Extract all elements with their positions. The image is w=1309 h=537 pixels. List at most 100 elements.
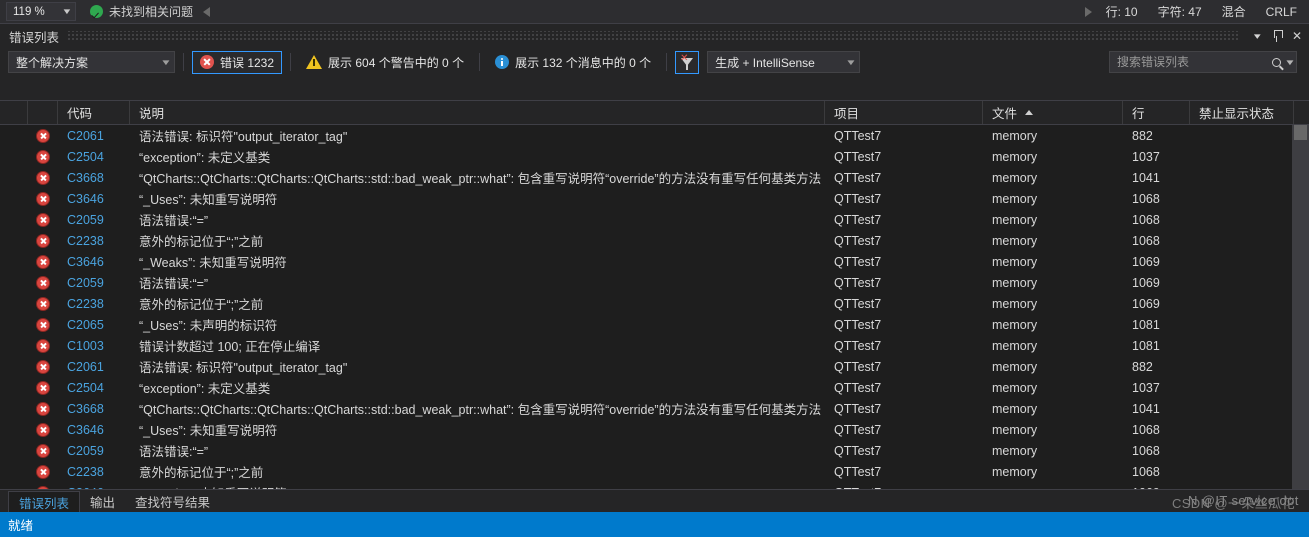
row-code-cell[interactable]: C2238	[58, 465, 130, 479]
error-code-link[interactable]: C2059	[67, 213, 104, 227]
build-source-combo[interactable]: 生成 + IntelliSense ▼	[707, 51, 861, 73]
row-code-cell[interactable]: C3668	[58, 171, 130, 185]
table-row[interactable]: C2238 意外的标记位于“;”之前 QTTest7 memory 1069	[0, 293, 1292, 314]
column-header-file[interactable]: 文件	[983, 101, 1123, 124]
scope-filter-combo[interactable]: 整个解决方案 ▼	[8, 51, 175, 73]
error-code-link[interactable]: C3646	[67, 192, 104, 206]
search-icon[interactable]	[1272, 57, 1281, 67]
row-file-cell: memory	[992, 128, 1038, 143]
row-severity-cell	[28, 401, 58, 416]
error-icon	[36, 212, 50, 227]
eol-indicator[interactable]: CRLF	[1266, 5, 1297, 19]
column-header-code[interactable]: 代码	[58, 101, 130, 124]
tab-1[interactable]: 输出	[80, 491, 125, 512]
row-line-cell: 1068	[1132, 233, 1160, 248]
row-description-cell: “_Uses”: 未知重写说明符	[139, 193, 278, 207]
row-file-cell: memory	[992, 422, 1038, 437]
column-header-project[interactable]: 项目	[825, 101, 983, 124]
error-code-link[interactable]: C2065	[67, 318, 104, 332]
error-code-link[interactable]: C2238	[67, 234, 104, 248]
search-box[interactable]: ▼	[1109, 51, 1297, 73]
row-project-cell: QTTest7	[834, 275, 882, 290]
search-input[interactable]	[1117, 55, 1272, 69]
tool-window-menu-button[interactable]: ▾	[1247, 26, 1267, 46]
row-code-cell[interactable]: C2061	[58, 129, 130, 143]
issue-status-indicator[interactable]: 未找到相关问题	[90, 3, 193, 20]
error-code-link[interactable]: C2504	[67, 150, 104, 164]
clear-filters-button[interactable]: ✕	[675, 50, 700, 74]
table-row[interactable]: C2059 语法错误:“=” QTTest7 memory 1069	[0, 272, 1292, 293]
tab-0[interactable]: 错误列表	[8, 491, 81, 512]
error-list-grid: 代码 说明 项目 文件 行 禁止显示状态 C2061 语法错误: 标识符"out…	[0, 100, 1309, 513]
error-code-link[interactable]: C1003	[67, 339, 104, 353]
table-row[interactable]: C3646 “_Uses”: 未知重写说明符 QTTest7 memory 1068	[0, 419, 1292, 440]
error-code-link[interactable]: C2238	[67, 465, 104, 479]
error-code-link[interactable]: C3668	[67, 171, 104, 185]
messages-filter-toggle[interactable]: 展示 132 个消息中的 0 个	[488, 51, 658, 74]
table-row[interactable]: C2061 语法错误: 标识符"output_iterator_tag" QTTes…	[0, 125, 1292, 146]
zoom-level-combo[interactable]: 119 % ▼	[6, 2, 76, 21]
row-code-cell[interactable]: C1003	[58, 339, 130, 353]
row-code-cell[interactable]: C2238	[58, 234, 130, 248]
scrollbar-thumb[interactable]	[1294, 125, 1307, 140]
row-code-cell[interactable]: C2504	[58, 381, 130, 395]
error-code-link[interactable]: C2059	[67, 444, 104, 458]
error-code-link[interactable]: C2238	[67, 297, 104, 311]
clear-x-icon: ✕	[680, 52, 689, 64]
error-code-link[interactable]: C3646	[67, 423, 104, 437]
row-line-cell: 1069	[1132, 254, 1160, 269]
table-row[interactable]: C2059 语法错误:“=” QTTest7 memory 1068	[0, 209, 1292, 230]
column-header-suppression[interactable]: 禁止显示状态	[1190, 101, 1294, 124]
grid-vertical-scrollbar[interactable]	[1292, 125, 1309, 513]
row-code-cell[interactable]: C3646	[58, 255, 130, 269]
table-row[interactable]: C3646 “_Uses”: 未知重写说明符 QTTest7 memory 1068	[0, 188, 1292, 209]
table-row[interactable]: C1003 错误计数超过 100; 正在停止编译 QTTest7 memory 1081	[0, 335, 1292, 356]
row-code-cell[interactable]: C3646	[58, 423, 130, 437]
warnings-filter-toggle[interactable]: 展示 604 个警告中的 0 个	[299, 51, 471, 74]
encoding-indicator[interactable]: 混合	[1222, 3, 1246, 20]
row-code-cell[interactable]: C2059	[58, 213, 130, 227]
error-code-link[interactable]: C2059	[67, 276, 104, 290]
table-row[interactable]: C2504 “exception”: 未定义基类 QTTest7 memory 1037	[0, 377, 1292, 398]
table-row[interactable]: C3668 “QtCharts::QtCharts::QtCharts::QtCh…	[0, 167, 1292, 188]
error-code-link[interactable]: C3668	[67, 402, 104, 416]
table-row[interactable]: C3668 “QtCharts::QtCharts::QtCharts::QtCh…	[0, 398, 1292, 419]
row-line-cell: 1068	[1132, 212, 1160, 227]
row-code-cell[interactable]: C3668	[58, 402, 130, 416]
tool-window-close-button[interactable]: ✕	[1287, 26, 1307, 46]
table-row[interactable]: C2238 意外的标记位于“;”之前 QTTest7 memory 1068	[0, 461, 1292, 482]
tool-window-pin-button[interactable]	[1267, 26, 1287, 46]
row-code-cell[interactable]: C2061	[58, 360, 130, 374]
table-row[interactable]: C2059 语法错误:“=” QTTest7 memory 1068	[0, 440, 1292, 461]
table-row[interactable]: C2061 语法错误: 标识符"output_iterator_tag" QTTes…	[0, 356, 1292, 377]
row-project-cell: QTTest7	[834, 443, 882, 458]
row-project-cell: QTTest7	[834, 128, 882, 143]
table-row[interactable]: C2504 “exception”: 未定义基类 QTTest7 memory 1037	[0, 146, 1292, 167]
column-header-line[interactable]: 行	[1123, 101, 1190, 124]
error-code-link[interactable]: C2504	[67, 381, 104, 395]
row-code-cell[interactable]: C3646	[58, 192, 130, 206]
previous-issue-icon[interactable]	[203, 6, 211, 17]
error-code-link[interactable]: C2061	[67, 129, 104, 143]
chevron-down-icon[interactable]: ▼	[1284, 58, 1296, 67]
column-header-select[interactable]	[0, 101, 28, 124]
table-row[interactable]: C3646 “_Weaks”: 未知重写说明符 QTTest7 memory 1069	[0, 251, 1292, 272]
row-code-cell[interactable]: C2065	[58, 318, 130, 332]
row-code-cell[interactable]: C2059	[58, 444, 130, 458]
row-code-cell[interactable]: C2059	[58, 276, 130, 290]
column-header-severity[interactable]	[28, 101, 58, 124]
errors-filter-toggle[interactable]: 错误 1232	[192, 50, 283, 74]
row-project-cell: QTTest7	[834, 296, 882, 311]
error-code-link[interactable]: C2061	[67, 360, 104, 374]
error-icon	[36, 275, 50, 290]
table-row[interactable]: C2065 “_Uses”: 未声明的标识符 QTTest7 memory 1081	[0, 314, 1292, 335]
next-issue-icon[interactable]	[1084, 6, 1092, 17]
table-row[interactable]: C2238 意外的标记位于“;”之前 QTTest7 memory 1068	[0, 230, 1292, 251]
column-header-description[interactable]: 说明	[130, 101, 825, 124]
row-code-cell[interactable]: C2238	[58, 297, 130, 311]
row-line-cell: 1037	[1132, 149, 1160, 164]
row-description-cell: 语法错误: 标识符"output_iterator_tag"	[139, 130, 348, 144]
tab-2[interactable]: 查找符号结果	[125, 491, 220, 512]
error-code-link[interactable]: C3646	[67, 255, 104, 269]
row-code-cell[interactable]: C2504	[58, 150, 130, 164]
